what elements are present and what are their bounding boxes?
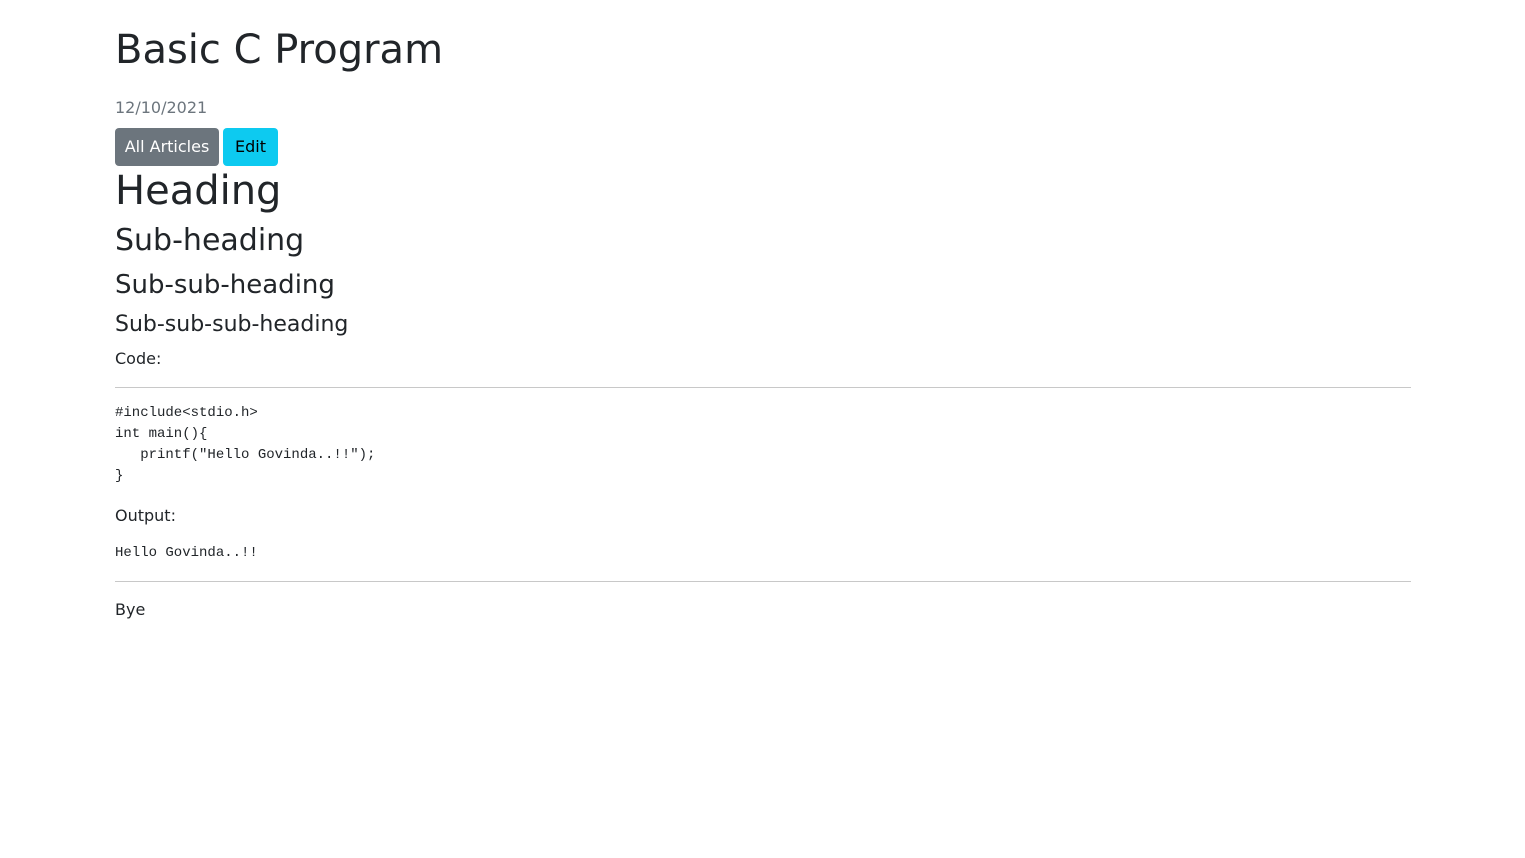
output-label: Output: <box>115 506 176 525</box>
all-articles-button[interactable]: All Articles <box>115 128 219 166</box>
content-sub-heading: Sub-heading <box>115 223 305 258</box>
edit-button[interactable]: Edit <box>223 128 278 166</box>
content-sub-sub-sub-heading: Sub-sub-sub-heading <box>115 312 349 337</box>
content-sub-sub-heading: Sub-sub-heading <box>115 270 335 300</box>
code-block: #include<stdio.h> int main(){ printf("He… <box>115 405 376 484</box>
page-title: Basic C Program <box>115 27 444 73</box>
content-heading: Heading <box>115 168 282 214</box>
closing-text: Bye <box>115 600 146 619</box>
code-label: Code: <box>115 349 162 368</box>
action-buttons: All Articles Edit <box>115 128 278 166</box>
divider-bottom <box>115 581 1411 582</box>
output-block: Hello Govinda..!! <box>115 545 258 561</box>
divider-top <box>115 387 1411 388</box>
article-date: 12/10/2021 <box>115 98 208 117</box>
